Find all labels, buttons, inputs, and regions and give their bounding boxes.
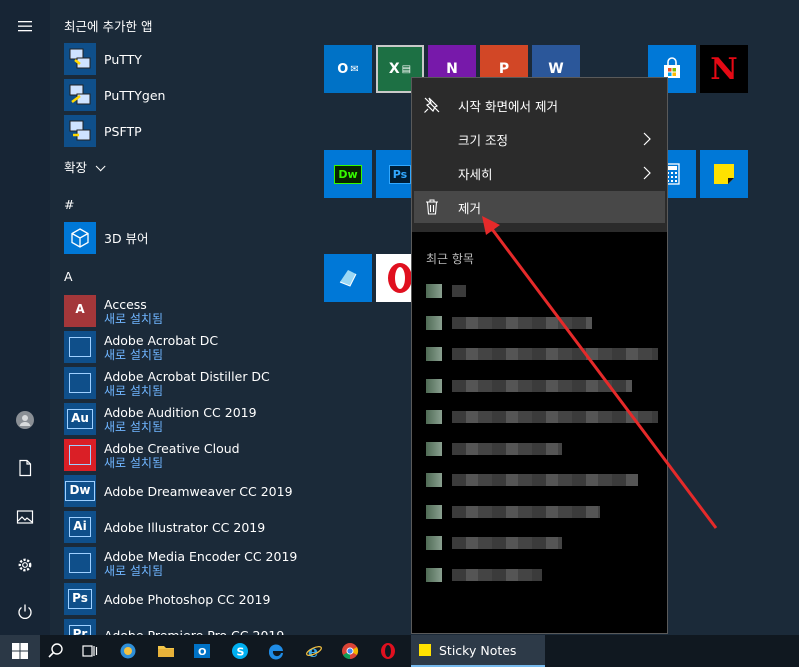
sticky-notes-taskbar-button[interactable]: Sticky Notes — [411, 635, 545, 667]
taskbar: O S e Sticky Notes — [0, 635, 799, 667]
chrome-button[interactable] — [330, 635, 370, 667]
folder-icon — [158, 646, 174, 657]
globe-app-icon — [120, 643, 136, 659]
edge-button[interactable] — [256, 635, 296, 667]
sticky-notes-label: Sticky Notes — [439, 642, 517, 658]
task-view-button[interactable] — [70, 635, 110, 667]
opera-button[interactable] — [368, 635, 408, 667]
file-explorer-button[interactable] — [146, 635, 186, 667]
edge-icon — [268, 644, 283, 660]
taskbar-app-1[interactable] — [108, 635, 148, 667]
svg-text:O: O — [198, 647, 207, 658]
sticky-note-icon — [419, 644, 431, 656]
outlook-icon: O — [194, 644, 210, 658]
windows-logo-icon — [12, 643, 28, 659]
skype-button[interactable]: S — [220, 635, 260, 667]
outlook-taskbar-button[interactable]: O — [182, 635, 222, 667]
annotation-arrow — [482, 216, 718, 529]
internet-explorer-button[interactable]: e — [294, 635, 334, 667]
chrome-icon — [342, 643, 359, 660]
internet-explorer-icon: e — [306, 642, 322, 660]
svg-text:S: S — [237, 646, 245, 659]
search-icon — [48, 643, 63, 658]
svg-text:e: e — [308, 642, 318, 660]
opera-icon — [381, 643, 395, 659]
task-view-icon — [82, 645, 98, 657]
start-button[interactable] — [0, 635, 40, 667]
skype-icon: S — [232, 643, 248, 659]
